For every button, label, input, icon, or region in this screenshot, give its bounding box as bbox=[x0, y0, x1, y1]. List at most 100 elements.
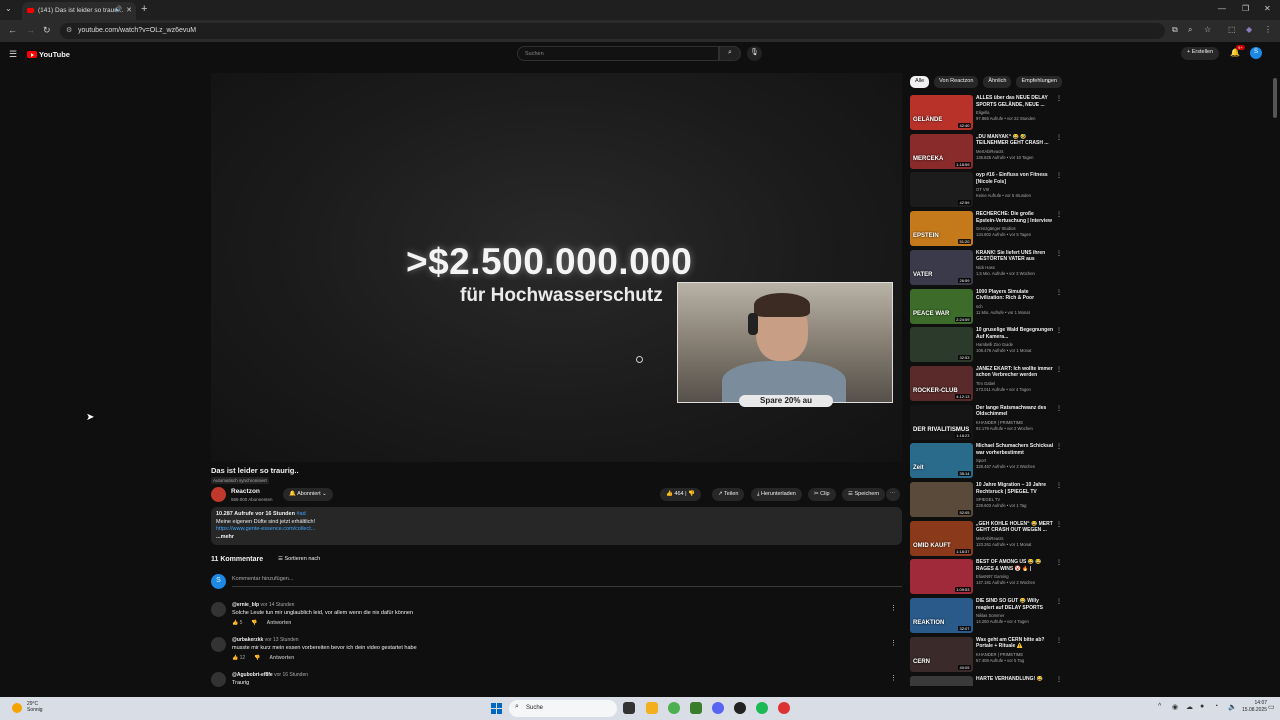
more-vertical-icon[interactable]: ⋮ bbox=[1056, 250, 1062, 257]
recommended-video[interactable]: HARTE VERHANDLUNG! 😂 ⋮ bbox=[910, 675, 1065, 686]
menu-icon[interactable]: ☰ bbox=[9, 49, 17, 60]
more-vertical-icon[interactable]: ⋮ bbox=[1056, 559, 1062, 566]
windows-start-icon[interactable] bbox=[491, 703, 502, 714]
recommended-channel-name[interactable]: Nick Hass bbox=[976, 265, 995, 270]
more-vertical-icon[interactable]: ⋮ bbox=[1056, 134, 1062, 141]
recommended-video[interactable]: ROCKER-CLUB 4:12:13 JANEZ EKART: Ich wollt… bbox=[910, 365, 1065, 402]
more-vertical-icon[interactable]: ⋮ bbox=[1056, 172, 1062, 179]
chip-all[interactable]: Alle bbox=[910, 76, 930, 88]
more-vertical-icon[interactable]: ⋮ bbox=[1056, 327, 1062, 334]
recommended-video-title[interactable]: „DU MANYAK“ 😂 🤣 TEILNEHMER GEHT CRASH ..… bbox=[976, 134, 1054, 147]
video-thumbnail[interactable]: ROCKER-CLUB 4:12:13 bbox=[910, 365, 973, 401]
recommended-video[interactable]: OMID KAUFT 1:18:37 „GEH KOHLE HOLEN“ 😂 MER… bbox=[910, 520, 1065, 557]
video-thumbnail[interactable]: DER RIVALITISMUS 1:18:23 bbox=[910, 404, 973, 440]
more-actions-button[interactable]: ⋯ bbox=[886, 488, 900, 501]
create-button[interactable]: + Erstellen bbox=[1181, 47, 1220, 60]
recommended-video[interactable]: VATER 26:59 KRANK! Sie liefert UNS ihren G… bbox=[910, 249, 1065, 286]
more-vertical-icon[interactable]: ⋮ bbox=[1056, 676, 1062, 683]
recommended-channel-name[interactable]: Eligella bbox=[976, 110, 990, 115]
recommended-video-title[interactable]: JANEZ EKART: Ich wollte immer schon Verb… bbox=[976, 366, 1054, 379]
scrollbar-thumb[interactable] bbox=[1273, 78, 1277, 118]
video-thumbnail[interactable] bbox=[910, 675, 973, 686]
video-thumbnail[interactable]: MERCEKA 1:18:59 bbox=[910, 133, 973, 169]
tray-cloud-icon[interactable]: ☁ bbox=[1186, 703, 1193, 711]
video-thumbnail[interactable]: 42:59 bbox=[910, 172, 973, 208]
share-button[interactable]: ↗ Teilen bbox=[712, 488, 745, 501]
more-vertical-icon[interactable]: ⋮ bbox=[1056, 443, 1062, 450]
recommended-video-title[interactable]: RECHERCHE: Die große Epstein-Vertuschung… bbox=[976, 211, 1054, 224]
recommended-channel-name[interactable]: Grenzgänger Studios bbox=[976, 226, 1016, 231]
subscribed-button[interactable]: 🔔 Abonniert ⌄ bbox=[283, 488, 333, 501]
tray-chevron-icon[interactable]: ^ bbox=[1158, 703, 1161, 710]
tray-record-icon[interactable]: ● bbox=[1200, 703, 1204, 710]
more-vertical-icon[interactable]: ⋮ bbox=[1056, 95, 1062, 102]
speaker-icon[interactable]: 🔊 bbox=[115, 6, 122, 13]
recommended-video-title[interactable]: oyp #16 - Einfluss von Fitness [Nicole F… bbox=[976, 172, 1054, 185]
close-window-icon[interactable]: ✕ bbox=[1264, 4, 1271, 13]
weather-widget[interactable]: 29°C Sonnig bbox=[12, 701, 43, 713]
recommended-video[interactable]: EPSTEIN 51:20 RECHERCHE: Die große Epstein… bbox=[910, 211, 1065, 247]
more-vertical-icon[interactable]: ⋮ bbox=[1056, 637, 1062, 644]
more-vertical-icon[interactable]: ⋮ bbox=[1056, 482, 1062, 489]
minimize-icon[interactable]: — bbox=[1218, 4, 1226, 13]
recommended-channel-name[interactable]: Hambelli Zoo Guide bbox=[976, 342, 1013, 347]
more-vertical-icon[interactable]: ⋮ bbox=[1056, 211, 1062, 218]
profile-extension-icon[interactable]: ◆ bbox=[1246, 25, 1252, 34]
app-icon[interactable] bbox=[734, 702, 746, 714]
recommended-channel-name[interactable]: MertAbiReacts bbox=[976, 149, 1003, 154]
show-more-link[interactable]: ...mehr bbox=[216, 534, 897, 542]
channel-name[interactable]: Reactzon bbox=[231, 488, 260, 495]
recommended-video[interactable]: REAKTION 32:07 DIE SIND SO GUT 😂 Willy rea… bbox=[910, 598, 1065, 634]
recommended-video[interactable]: MERCEKA 1:18:59 „DU MANYAK“ 😂 🤣 TEILNEHMER… bbox=[910, 133, 1065, 170]
comment-more-icon[interactable]: ⋮ bbox=[890, 674, 897, 682]
recommended-video-title[interactable]: HARTE VERHANDLUNG! 😂 bbox=[976, 676, 1054, 683]
voice-search-button[interactable]: 🎙 bbox=[747, 46, 762, 61]
video-thumbnail[interactable]: OMID KAUFT 1:18:37 bbox=[910, 520, 973, 556]
reply-button[interactable]: Antworten bbox=[267, 620, 292, 626]
like-button[interactable]: 👍 464 | 👎 bbox=[660, 488, 701, 501]
zoom-icon[interactable]: ⌕ bbox=[1188, 25, 1192, 35]
commenter-avatar[interactable] bbox=[211, 637, 226, 652]
recommended-video-title[interactable]: Was geht am CERN bitte ab? Portale + Rit… bbox=[976, 637, 1054, 650]
recommended-video-title[interactable]: ALLES über das NEUE DELAY SPORTS GELÄNDE… bbox=[976, 95, 1054, 108]
chip-recommended[interactable]: Empfehlungen bbox=[1016, 76, 1062, 88]
more-vertical-icon[interactable]: ⋮ bbox=[1056, 521, 1062, 528]
comment-more-icon[interactable]: ⋮ bbox=[890, 604, 897, 612]
taskbar-search-box[interactable]: ⌕ Suche bbox=[509, 700, 617, 717]
clip-button[interactable]: ✂ Clip bbox=[808, 488, 836, 501]
recommended-video-title[interactable]: BEST OF AMONG US 😂 😂 RAGES & WINS 🤡 🔥 | … bbox=[976, 559, 1054, 572]
minecraft-icon[interactable] bbox=[690, 702, 702, 714]
recommended-video-title[interactable]: Der lange Ratsmachwanz des Oldschimmel bbox=[976, 405, 1054, 418]
recommended-video-title[interactable]: 10 Jahre Migration – 10 Jahre Rechtsruck… bbox=[976, 482, 1054, 495]
comment-author[interactable]: @Agubobrt-ef8fe bbox=[232, 672, 273, 678]
description-box[interactable]: 10.287 Aufrufe vor 16 Stunden #ad Meine … bbox=[211, 507, 902, 545]
browser-menu-icon[interactable]: ⋮ bbox=[1264, 25, 1272, 34]
download-button[interactable]: ⤓ Herunterladen bbox=[751, 488, 802, 501]
recommended-video-title[interactable]: KRANK! Sie liefert UNS ihren GESTÖRTEN V… bbox=[976, 250, 1054, 263]
recommended-channel-name[interactable]: Sport bbox=[976, 458, 986, 463]
sort-comments-button[interactable]: ☰ Sortieren nach bbox=[278, 556, 320, 562]
recommended-video[interactable]: CERN 40:05 Was geht am CERN bitte ab? Port… bbox=[910, 636, 1065, 673]
video-thumbnail[interactable]: REAKTION 32:07 bbox=[910, 598, 973, 634]
recommended-channel-name[interactable]: MertAbiReacts bbox=[976, 536, 1003, 541]
more-vertical-icon[interactable]: ⋮ bbox=[1056, 405, 1062, 412]
notification-center-icon[interactable]: ▭ bbox=[1268, 703, 1275, 711]
forward-icon[interactable]: → bbox=[26, 25, 35, 35]
recommended-video-title[interactable]: Michael Schumachers Schicksal war vorher… bbox=[976, 443, 1054, 456]
wifi-icon[interactable]: ◔ bbox=[1214, 703, 1218, 710]
maximize-icon[interactable]: ❐ bbox=[1242, 4, 1249, 13]
recommended-video[interactable]: 42:59 oyp #16 - Einfluss von Fitness [Nic… bbox=[910, 172, 1065, 208]
chip-similar[interactable]: Ähnlich bbox=[983, 76, 1012, 88]
hashtag-link[interactable]: #ad bbox=[297, 511, 306, 517]
recommended-video[interactable]: GELÄNDE 42:40 ALLES über das NEUE DELAY SP… bbox=[910, 95, 1065, 131]
recommended-channel-name[interactable]: sch bbox=[976, 304, 983, 309]
channel-avatar[interactable] bbox=[211, 487, 226, 502]
comment-like-button[interactable]: 👍 5 bbox=[232, 620, 242, 626]
page-scrollbar[interactable] bbox=[1273, 62, 1277, 696]
chip-from-channel[interactable]: Von Reactzon bbox=[934, 76, 979, 88]
bookmark-star-icon[interactable]: ☆ bbox=[1204, 25, 1211, 34]
recommended-video-title[interactable]: 1000 Players Simulate Civilization: Rich… bbox=[976, 289, 1054, 302]
recommended-video-title[interactable]: DIE SIND SO GUT 😂 Willy reagiert auf DEL… bbox=[976, 598, 1054, 611]
recommended-video[interactable]: 1:09:53 BEST OF AMONG US 😂 😂 RAGES & WINS… bbox=[910, 559, 1065, 595]
extensions-icon[interactable]: ⬚ bbox=[1228, 25, 1236, 34]
